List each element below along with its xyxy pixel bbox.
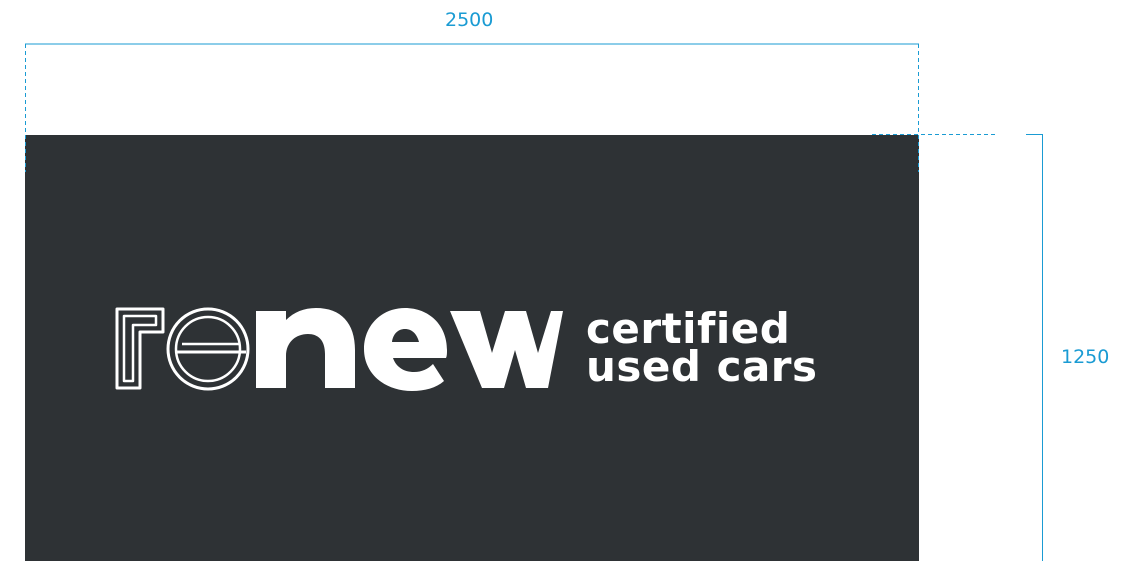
logo-letter-n-solid (256, 308, 355, 388)
logo-letter-w-solid (450, 311, 563, 388)
tagline-line-2: used cars (586, 342, 818, 391)
height-label: 1250 (1061, 346, 1110, 368)
dimension-diagram: certified used cars 2500 1250 (0, 0, 1148, 561)
renew-logo (115, 307, 563, 391)
logo-letter-e-outline (166, 307, 250, 391)
width-label: 2500 (445, 9, 494, 31)
logo-letter-e-solid (364, 308, 447, 391)
tagline: certified used cars (586, 308, 818, 391)
